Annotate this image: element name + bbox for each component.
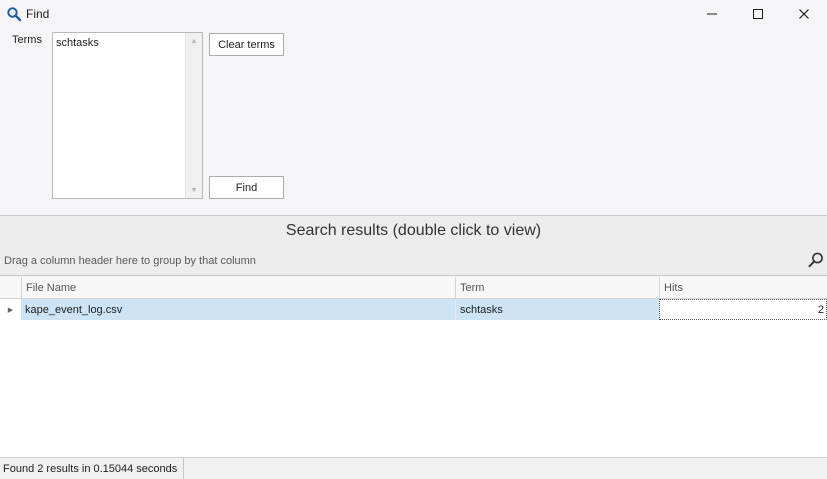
cell-term[interactable]: schtasks bbox=[455, 299, 659, 320]
cell-hits[interactable]: 2 bbox=[659, 299, 827, 320]
close-icon bbox=[799, 9, 809, 19]
status-text: Found 2 results in 0.15044 seconds bbox=[0, 458, 185, 479]
scroll-down-icon[interactable]: ▼ bbox=[186, 182, 202, 198]
find-panel-search-icon[interactable] bbox=[807, 251, 825, 269]
row-expand-icon[interactable]: ▶ bbox=[0, 299, 21, 320]
results-grid[interactable]: File Name Term Hits ▶ kape_event_log.csv… bbox=[0, 277, 827, 457]
terms-scrollbar[interactable]: ▲ ▼ bbox=[185, 33, 202, 198]
search-icon bbox=[7, 7, 22, 22]
column-header-file-name[interactable]: File Name bbox=[21, 277, 455, 299]
group-by-panel[interactable]: Drag a column header here to group by th… bbox=[0, 245, 827, 276]
clear-terms-button[interactable]: Clear terms bbox=[209, 33, 284, 56]
table-row[interactable]: ▶ kape_event_log.csv schtasks 2 bbox=[0, 299, 827, 320]
scroll-up-icon[interactable]: ▲ bbox=[186, 33, 202, 49]
find-button[interactable]: Find bbox=[209, 176, 284, 199]
minimize-button[interactable] bbox=[689, 0, 735, 28]
column-header-term[interactable]: Term bbox=[455, 277, 659, 299]
search-results-header: Search results (double click to view) bbox=[0, 216, 827, 245]
title-bar: Find bbox=[0, 0, 827, 28]
status-bar: Found 2 results in 0.15044 seconds bbox=[0, 457, 827, 479]
group-by-hint: Drag a column header here to group by th… bbox=[4, 255, 256, 267]
terms-textarea[interactable]: schtasks ▲ ▼ bbox=[52, 32, 203, 199]
minimize-icon bbox=[707, 13, 717, 15]
terms-value: schtasks bbox=[56, 37, 99, 49]
close-button[interactable] bbox=[781, 0, 827, 28]
window-title: Find bbox=[26, 7, 50, 21]
column-header-hits[interactable]: Hits bbox=[659, 277, 827, 299]
maximize-icon bbox=[753, 9, 763, 19]
grid-header: File Name Term Hits bbox=[0, 277, 827, 299]
cell-file-name[interactable]: kape_event_log.csv bbox=[21, 299, 455, 320]
maximize-button[interactable] bbox=[735, 0, 781, 28]
terms-label: Terms bbox=[12, 34, 42, 46]
row-indicator-header bbox=[0, 277, 21, 299]
